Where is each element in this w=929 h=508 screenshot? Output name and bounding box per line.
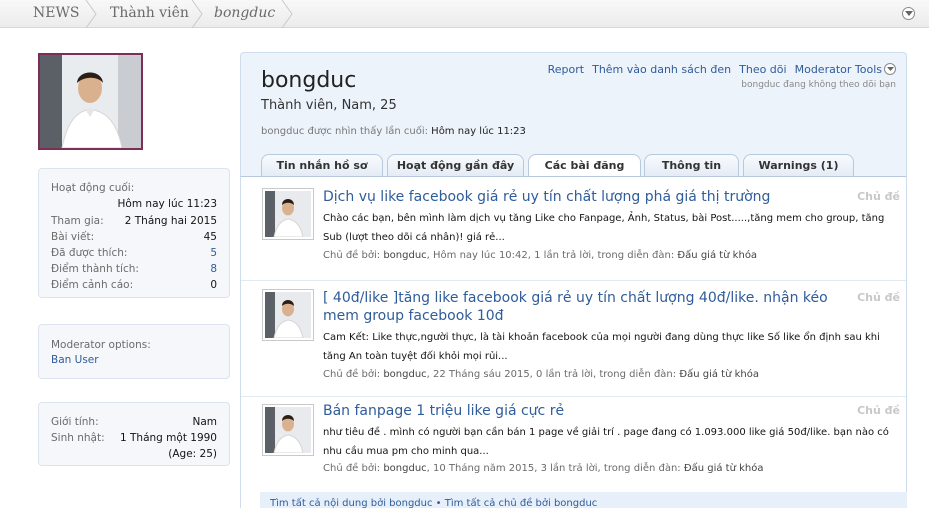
post-forum-link[interactable]: Đấu giá từ khóa	[684, 463, 764, 474]
tab-information[interactable]: Thông tin	[644, 154, 739, 178]
post-snippet: Chào các bạn, bên mình làm dịch vụ tăng …	[323, 213, 885, 243]
stat-trophy-points[interactable]: 8	[210, 262, 217, 276]
stat-posts: 45	[203, 231, 217, 243]
list-item: Bán fanpage 1 triệu like giá cực rẻ Chủ …	[241, 397, 906, 493]
stat-joined: 2 Tháng hai 2015	[124, 215, 217, 227]
profile-actions: Report Thêm vào danh sách đen Theo dõi Mode…	[540, 63, 896, 76]
breadcrumb-item-news[interactable]: NEWS	[33, 0, 79, 28]
avatar[interactable]	[38, 53, 143, 150]
tab-warnings[interactable]: Warnings (1)	[743, 154, 854, 178]
post-meta-by: Chủ đề bởi:	[323, 369, 381, 380]
post-meta-details: , 10 Tháng năm 2015, 3 lần trả lời, tron…	[426, 463, 681, 474]
list-item: Dịch vụ like facebook giá rẻ uy tín chất…	[241, 177, 906, 281]
post-title-link[interactable]: [ 40đ/like ]tăng like facebook giá rẻ uy…	[323, 289, 843, 325]
last-seen: bongduc được nhìn thấy lần cuối: Hôm nay…	[261, 126, 526, 137]
post-meta: Chủ đề bởi: bongduc, 22 Tháng sáu 2015, …	[323, 369, 759, 380]
follow-link[interactable]: Theo dõi	[739, 63, 786, 76]
breadcrumb-item-members[interactable]: Thành viên	[110, 0, 189, 28]
breadcrumb-item-current: bongduc	[214, 5, 276, 21]
tab-profile-posts[interactable]: Tin nhắn hồ sơ	[261, 154, 383, 178]
stat-label: Điểm cảnh cáo:	[51, 279, 134, 291]
find-all-content-link[interactable]: Tìm tất cả nội dung bởi bongduc • Tìm tấ…	[260, 492, 907, 508]
post-meta: Chủ đề bởi: bongduc, 10 Tháng năm 2015, …	[323, 463, 764, 474]
last-seen-value: Hôm nay lúc 11:23	[431, 126, 526, 137]
avatar[interactable]	[262, 188, 314, 240]
info-gender: Nam	[192, 416, 217, 428]
stat-label: Đã được thích:	[51, 247, 128, 259]
post-meta-by: Chủ đề bởi:	[323, 250, 381, 261]
moderator-tools-link[interactable]: Moderator Tools	[795, 63, 882, 76]
post-type-label: Chủ đề	[857, 404, 900, 417]
stat-likes[interactable]: 5	[210, 246, 217, 260]
post-author-link[interactable]: bongduc	[383, 369, 426, 380]
info-age: (Age: 25)	[168, 448, 217, 460]
stat-last-activity: Hôm nay lúc 11:23	[117, 198, 217, 210]
avatar[interactable]	[262, 404, 314, 456]
info-label: Sinh nhật:	[51, 432, 105, 444]
stat-label: Bài viết:	[51, 231, 95, 243]
moderator-label: Moderator options:	[51, 339, 151, 351]
profile-username: bongduc	[261, 68, 357, 93]
moderator-options-card: Moderator options: Ban User	[38, 324, 230, 379]
ignore-link[interactable]: Thêm vào danh sách đen	[592, 63, 731, 76]
stat-warning-points: 0	[210, 279, 217, 291]
follow-status: bongduc đang không theo dõi bạn	[741, 80, 896, 90]
post-author-link[interactable]: bongduc	[383, 250, 426, 261]
post-meta-details: , 22 Tháng sáu 2015, 0 lần trả lời, tron…	[426, 369, 677, 380]
list-item: [ 40đ/like ]tăng like facebook giá rẻ uy…	[241, 281, 906, 397]
post-forum-link[interactable]: Đấu giá từ khóa	[677, 250, 757, 261]
ban-user-link[interactable]: Ban User	[51, 353, 99, 367]
user-stats-card: Hoạt động cuối: Hôm nay lúc 11:23 Tham g…	[38, 168, 230, 298]
post-title-link[interactable]: Bán fanpage 1 triệu like giá cực rẻ	[323, 402, 843, 420]
breadcrumb-separator	[280, 0, 294, 28]
stat-label: Hoạt động cuối:	[51, 182, 135, 194]
stat-label: Tham gia:	[51, 215, 104, 227]
chevron-down-icon[interactable]	[884, 63, 896, 75]
tab-recent-activity[interactable]: Hoạt động gần đây	[387, 154, 524, 178]
post-snippet: như tiêu đề . mình có người bạn cần bán …	[323, 427, 889, 457]
post-forum-link[interactable]: Đấu giá từ khóa	[679, 369, 759, 380]
post-type-label: Chủ đề	[857, 190, 900, 203]
breadcrumb-separator	[190, 0, 204, 28]
chevron-down-icon[interactable]	[902, 7, 915, 20]
post-snippet: Cam Kết: Like thực,người thực, là tài kh…	[323, 332, 880, 362]
profile-main: bongduc Thành viên, Nam, 25 bongduc được…	[240, 52, 907, 508]
breadcrumb: NEWS Thành viên bongduc	[0, 0, 929, 28]
post-meta: Chủ đề bởi: bongduc, Hôm nay lúc 10:42, …	[323, 250, 757, 261]
post-title-link[interactable]: Dịch vụ like facebook giá rẻ uy tín chất…	[323, 188, 843, 206]
info-birthday: 1 Tháng một 1990	[119, 432, 217, 444]
report-link[interactable]: Report	[548, 63, 584, 76]
post-list: Dịch vụ like facebook giá rẻ uy tín chất…	[240, 176, 907, 508]
post-meta-by: Chủ đề bởi:	[323, 463, 381, 474]
breadcrumb-separator	[84, 0, 98, 28]
user-info-card: Giới tính: Nam Sinh nhật: 1 Tháng một 1990…	[38, 402, 230, 466]
profile-user-title: Thành viên, Nam, 25	[261, 98, 397, 113]
avatar[interactable]	[262, 289, 314, 341]
last-seen-label: bongduc được nhìn thấy lần cuối:	[261, 126, 428, 137]
profile-header: bongduc Thành viên, Nam, 25 bongduc được…	[240, 52, 907, 179]
post-meta-details: , Hôm nay lúc 10:42, 1 lần trả lời, tron…	[426, 250, 675, 261]
stat-label: Điểm thành tích:	[51, 263, 139, 275]
info-label: Giới tính:	[51, 416, 99, 428]
post-author-link[interactable]: bongduc	[383, 463, 426, 474]
post-type-label: Chủ đề	[857, 291, 900, 304]
